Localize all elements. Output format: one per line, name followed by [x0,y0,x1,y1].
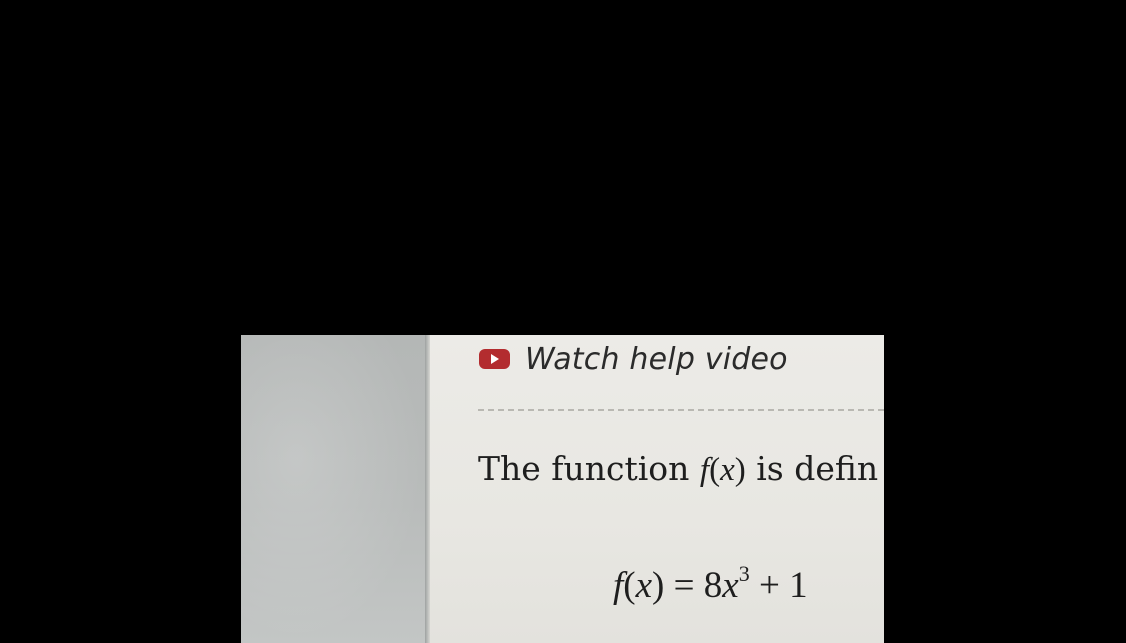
equation-equals: = [664,565,704,606]
help-video-label[interactable]: Watch help video [525,342,788,377]
equation-exponent: 3 [738,561,750,586]
equation-plus: + [749,565,790,606]
equation-function-name: f [613,565,624,606]
play-icon [478,348,511,370]
equation-open-paren: ( [623,565,636,606]
equation-close-paren: ) [652,565,665,606]
function-name: f [699,452,710,488]
open-paren: ( [709,452,721,488]
watch-help-video-link[interactable]: Watch help video [478,341,788,377]
equation-constant: 1 [789,565,808,606]
question-prompt: The function f(x) is defin [478,449,878,489]
close-paren: ) [734,452,746,488]
question-content: Watch help video The function f(x) is de… [430,335,884,643]
function-equation: f(x) = 8x3 + 1 [613,561,808,607]
photo-region: Watch help video The function f(x) is de… [241,335,884,643]
function-variable: x [720,452,735,488]
prompt-text-start: The function [478,449,700,488]
section-divider [478,409,884,411]
equation-variable: x [722,565,739,606]
equation-coefficient: 8 [703,565,723,606]
prompt-text-end: is defin [745,449,879,488]
equation-lhs-variable: x [635,565,653,606]
sidebar-panel [241,335,425,643]
